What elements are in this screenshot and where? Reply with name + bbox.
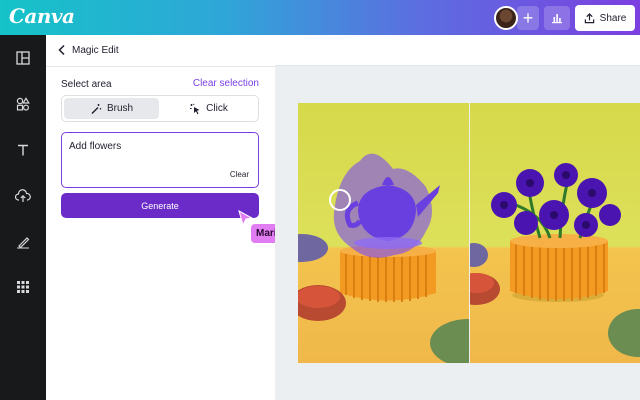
prompt-text[interactable]: Add flowers: [69, 141, 121, 152]
brush-mode-label: Brush: [106, 103, 134, 114]
collaborator-cursor-icon: [238, 210, 254, 226]
magic-click-icon: [190, 103, 200, 114]
text-icon: [18, 144, 28, 156]
plus-icon: +: [522, 7, 534, 28]
brush-mode-button[interactable]: Brush: [64, 98, 159, 119]
select-mode-toggle: Brush Click: [61, 95, 259, 122]
top-bar: Canva + Share: [0, 0, 640, 35]
prompt-clear-button[interactable]: Clear: [230, 170, 249, 179]
add-collaborator-button[interactable]: +: [517, 6, 539, 30]
draw-icon: [17, 237, 30, 249]
insights-button[interactable]: [544, 6, 570, 30]
canvas-toolbar: [275, 35, 640, 66]
panel-header: Magic Edit: [46, 35, 275, 67]
share-label: Share: [599, 12, 627, 24]
apps-icon: [17, 281, 29, 293]
rail-item-draw[interactable]: [11, 230, 35, 254]
panel-title: Magic Edit: [72, 45, 119, 56]
canva-logo[interactable]: Canva: [9, 4, 75, 28]
rail-item-text[interactable]: [11, 138, 35, 162]
clear-selection-link[interactable]: Clear selection: [193, 78, 259, 89]
rail-item-uploads[interactable]: [11, 184, 35, 208]
elements-icon: [16, 97, 30, 111]
share-button[interactable]: Share: [575, 5, 635, 31]
generated-photo[interactable]: [470, 103, 640, 363]
rail-item-elements[interactable]: [11, 92, 35, 116]
rail-item-design[interactable]: [11, 46, 35, 70]
bar-chart-icon: [552, 14, 562, 24]
rail-item-apps[interactable]: [11, 275, 35, 299]
generate-button[interactable]: Generate: [61, 193, 259, 218]
chevron-left-icon[interactable]: [55, 43, 69, 57]
prompt-textarea[interactable]: Add flowers Clear: [61, 132, 259, 188]
side-rail: [0, 35, 46, 400]
layout-icon: [16, 51, 30, 65]
share-icon: [584, 12, 594, 23]
click-mode-button[interactable]: Click: [161, 98, 256, 119]
click-mode-label: Click: [206, 103, 228, 114]
upload-icon: [15, 189, 31, 202]
original-photo[interactable]: [298, 103, 469, 363]
select-area-label: Select area: [61, 79, 112, 90]
avatar[interactable]: [494, 6, 518, 30]
magic-brush-icon: [91, 103, 102, 114]
